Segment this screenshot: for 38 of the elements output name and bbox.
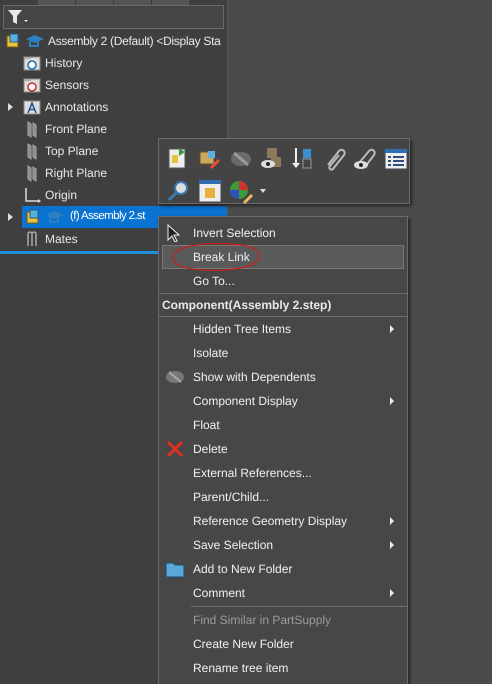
tree-item[interactable]: Front Plane bbox=[22, 118, 108, 140]
menu-item[interactable]: Break Link bbox=[162, 245, 404, 269]
menu-item[interactable]: Float bbox=[162, 413, 404, 437]
graduation-cap-icon bbox=[25, 32, 45, 50]
collapsed-arrow-icon[interactable] bbox=[6, 103, 14, 111]
menu-item[interactable]: Comment bbox=[162, 581, 404, 605]
sensors-folder-icon bbox=[22, 76, 42, 94]
filter-icon[interactable] bbox=[7, 9, 29, 25]
graduation-cap-icon bbox=[45, 208, 65, 226]
menu-item[interactable]: Save Selection bbox=[162, 533, 404, 557]
menu-item[interactable]: Create New Folder bbox=[162, 632, 404, 656]
folder-icon bbox=[165, 560, 185, 578]
menu-item[interactable]: Parent/Child... bbox=[162, 485, 404, 509]
menu-item[interactable]: Show with Dependents bbox=[162, 365, 404, 389]
history-folder-icon bbox=[22, 54, 42, 72]
tree-root-label[interactable]: Assembly 2 (Default) <Display Sta bbox=[48, 32, 221, 50]
tree-item[interactable]: Mates bbox=[22, 228, 78, 250]
collapsed-arrow-icon[interactable] bbox=[6, 213, 14, 221]
hide-icon bbox=[165, 368, 185, 386]
tree-item[interactable]: Right Plane bbox=[22, 162, 108, 184]
tree-item[interactable]: History bbox=[22, 52, 82, 74]
menu-item[interactable]: Rename tree item bbox=[162, 656, 404, 680]
menu-item[interactable]: Go To... bbox=[162, 269, 404, 293]
menu-item[interactable]: Component Display bbox=[162, 389, 404, 413]
tree-item[interactable]: Sensors bbox=[22, 74, 90, 96]
tree-item[interactable]: Origin bbox=[22, 184, 78, 206]
menu-item[interactable]: Add to New Folder bbox=[162, 557, 404, 581]
menu-item[interactable]: Hidden Tree Items bbox=[162, 317, 404, 341]
menu-item[interactable]: External References... bbox=[162, 461, 404, 485]
menu-item[interactable]: Isolate bbox=[162, 341, 404, 365]
tree-item[interactable]: Annotations bbox=[22, 96, 108, 118]
menu-item[interactable]: Reference Geometry Display bbox=[162, 509, 404, 533]
window-part-icon[interactable] bbox=[196, 177, 224, 205]
annotations-folder-icon bbox=[22, 98, 42, 116]
menu-section-header: Component(Assembly 2.step) bbox=[159, 293, 407, 317]
menu-item[interactable]: Delete bbox=[162, 437, 404, 461]
delete-icon bbox=[165, 440, 185, 458]
tree-item[interactable]: Top Plane bbox=[22, 140, 98, 162]
